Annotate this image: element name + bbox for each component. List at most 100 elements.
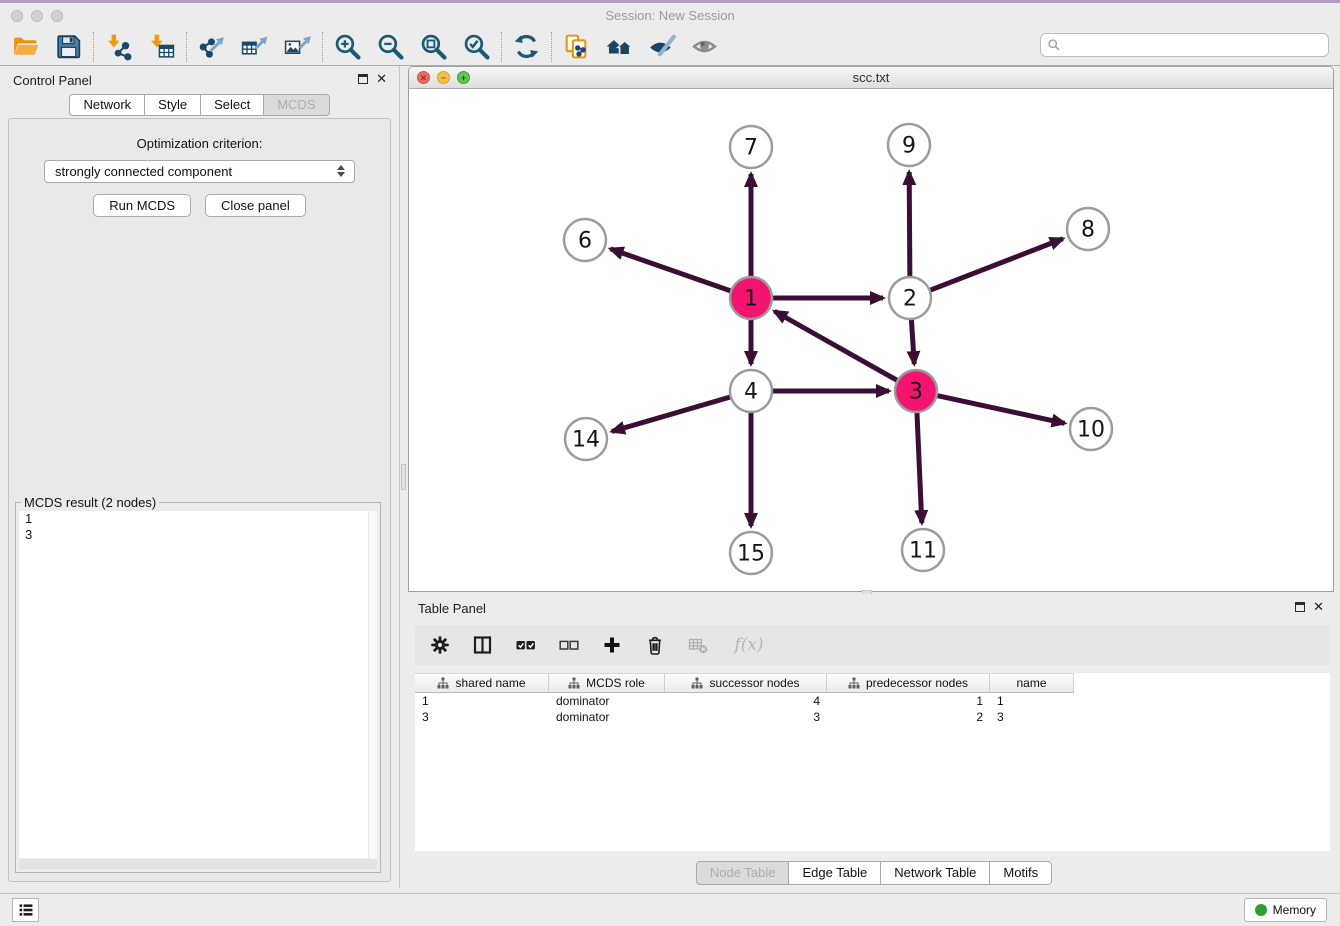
deselect-all-button[interactable] (557, 632, 581, 658)
run-mcds-button[interactable]: Run MCDS (93, 194, 191, 217)
delete-column-button[interactable] (643, 632, 667, 658)
column-header-successor-nodes[interactable]: successor nodes (665, 673, 827, 693)
split-columns-icon (472, 634, 494, 656)
panel-splitter-vertical[interactable] (400, 66, 408, 888)
table-cell[interactable]: dominator (549, 710, 665, 724)
graph-edge-2-8[interactable] (931, 239, 1063, 290)
table-tab-edge-table[interactable]: Edge Table (788, 861, 881, 885)
mcds-result-list[interactable]: 13 (19, 511, 377, 858)
close-network-icon[interactable]: ✕ (417, 71, 430, 84)
close-window-icon[interactable] (11, 10, 23, 22)
apply-layout-button[interactable] (505, 30, 548, 64)
result-vertical-scrollbar[interactable] (368, 511, 377, 858)
table-tab-node-table[interactable]: Node Table (696, 861, 790, 885)
table-cell[interactable]: 3 (990, 710, 1074, 724)
search-field[interactable] (1040, 33, 1329, 57)
graph-node-4[interactable]: 4 (730, 370, 772, 412)
column-header-mcds-role[interactable]: MCDS role (549, 673, 665, 693)
node-table[interactable]: shared nameMCDS rolesuccessor nodesprede… (415, 673, 1330, 851)
graph-edge-4-14[interactable] (612, 397, 730, 431)
graph-edge-3-10[interactable] (937, 396, 1064, 424)
show-all-button[interactable] (684, 30, 727, 64)
network-canvas[interactable]: 1 2 3 4 6 7 8 9 10 11 14 15 (409, 89, 1333, 591)
graph-node-1[interactable]: 1 (730, 277, 772, 319)
import-network-button[interactable] (97, 30, 140, 64)
float-table-panel-icon[interactable] (1295, 602, 1305, 612)
table-cell[interactable]: 2 (827, 710, 990, 724)
zoom-out-icon (376, 32, 405, 61)
maximize-window-icon[interactable] (51, 10, 63, 22)
graph-node-8[interactable]: 8 (1067, 208, 1109, 250)
minimize-window-icon[interactable] (31, 10, 43, 22)
graph-node-9[interactable]: 9 (888, 124, 930, 166)
table-row[interactable]: 3dominator323 (415, 709, 1330, 725)
float-panel-icon[interactable] (358, 74, 368, 84)
zoom-selected-button[interactable] (455, 30, 498, 64)
task-history-button[interactable] (12, 898, 39, 922)
table-cell[interactable]: 4 (665, 694, 827, 708)
tab-mcds[interactable]: MCDS (263, 94, 329, 116)
graph-node-14[interactable]: 14 (565, 418, 607, 460)
network-window-controls[interactable]: ✕ − + (417, 71, 470, 84)
column-header-shared-name[interactable]: shared name (415, 673, 549, 693)
maximize-network-icon[interactable]: + (457, 71, 470, 84)
graph-edge-2-3[interactable] (911, 320, 914, 364)
graph-edge-2-9[interactable] (909, 172, 910, 276)
hide-selected-button[interactable] (641, 30, 684, 64)
zoom-fit-button[interactable] (412, 30, 455, 64)
import-table-button[interactable] (140, 30, 183, 64)
add-column-button[interactable] (600, 632, 624, 658)
export-image-button[interactable] (276, 30, 319, 64)
export-network-button[interactable] (190, 30, 233, 64)
zoom-in-button[interactable] (326, 30, 369, 64)
table-cell[interactable]: 3 (415, 710, 549, 724)
graph-edge-3-1[interactable] (775, 311, 897, 380)
delete-table-button[interactable] (686, 632, 710, 658)
network-from-selection-button[interactable] (555, 30, 598, 64)
close-table-panel-icon[interactable]: ✕ (1313, 602, 1324, 612)
graph-edge-3-11[interactable] (917, 413, 922, 523)
splitter-grip[interactable] (401, 464, 406, 490)
mcds-result-legend: MCDS result (2 nodes) (21, 495, 159, 510)
export-table-button[interactable] (233, 30, 276, 64)
close-panel-icon[interactable]: ✕ (376, 74, 387, 84)
column-settings-button[interactable] (428, 632, 452, 658)
graph-node-3[interactable]: 3 (895, 370, 937, 412)
column-header-predecessor-nodes[interactable]: predecessor nodes (827, 673, 990, 693)
memory-status-icon (1255, 904, 1267, 916)
tab-style[interactable]: Style (144, 94, 201, 116)
table-row[interactable]: 1dominator411 (415, 693, 1330, 709)
table-tab-motifs[interactable]: Motifs (989, 861, 1052, 885)
save-session-button[interactable] (47, 30, 90, 64)
minimize-network-icon[interactable]: − (437, 71, 450, 84)
memory-button[interactable]: Memory (1244, 898, 1327, 922)
table-cell[interactable]: 1 (990, 694, 1074, 708)
close-panel-button[interactable]: Close panel (205, 194, 306, 217)
open-session-button[interactable] (4, 30, 47, 64)
table-cell[interactable]: 1 (415, 694, 549, 708)
graph-node-6[interactable]: 6 (564, 219, 606, 261)
zoom-out-button[interactable] (369, 30, 412, 64)
network-graph[interactable]: 1 2 3 4 6 7 8 9 10 11 14 15 (409, 89, 1333, 591)
table-cell[interactable]: 1 (827, 694, 990, 708)
table-cell[interactable]: dominator (549, 694, 665, 708)
graph-node-10[interactable]: 10 (1070, 408, 1112, 450)
column-header-name[interactable]: name (990, 673, 1074, 693)
result-horizontal-scrollbar[interactable] (19, 859, 377, 869)
table-tab-network-table[interactable]: Network Table (880, 861, 990, 885)
tab-network[interactable]: Network (69, 94, 145, 116)
tab-select[interactable]: Select (200, 94, 264, 116)
graph-node-7[interactable]: 7 (730, 126, 772, 168)
graph-edge-1-6[interactable] (610, 249, 730, 291)
first-neighbors-button[interactable] (598, 30, 641, 64)
optimization-criterion-select[interactable]: strongly connected component (44, 160, 355, 183)
graph-node-15[interactable]: 15 (730, 532, 772, 574)
window-controls[interactable] (11, 10, 63, 22)
function-builder-button[interactable]: f(x) (729, 632, 769, 658)
search-input[interactable] (1065, 38, 1322, 53)
graph-node-11[interactable]: 11 (902, 529, 944, 571)
graph-node-2[interactable]: 2 (889, 277, 931, 319)
toggle-panel-button[interactable] (471, 632, 495, 658)
select-all-button[interactable] (514, 632, 538, 658)
table-cell[interactable]: 3 (665, 710, 827, 724)
